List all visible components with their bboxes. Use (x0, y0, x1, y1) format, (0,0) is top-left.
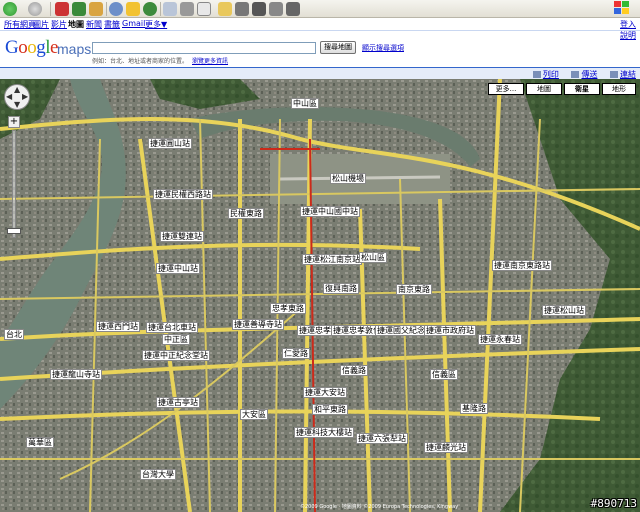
history-icon[interactable] (143, 2, 157, 16)
map-label[interactable]: 松山區 (359, 252, 387, 263)
show-search-options-link[interactable]: 顯示搜尋選項 (362, 43, 404, 53)
windows-logo-icon (614, 1, 632, 17)
map-label[interactable]: 捷運六張犁站 (356, 433, 408, 444)
map-label[interactable]: 基隆路 (460, 403, 488, 414)
hint-link[interactable]: 瀏覽更多資訊 (192, 58, 228, 65)
map-type-more[interactable]: 更多... (488, 83, 524, 95)
map-label[interactable]: 萬華區 (26, 437, 54, 448)
map-label[interactable]: 中山區 (291, 98, 319, 109)
edit-icon[interactable] (197, 2, 211, 16)
link-link[interactable]: 連結 (610, 70, 636, 79)
map-header-bar: 列印 傳送 連結 (0, 67, 640, 79)
search-hint-text: 例如：台北、地址或者商家的位置。 (92, 58, 189, 65)
pan-up-icon[interactable]: ▲ (14, 86, 20, 94)
pan-right-icon[interactable]: ▶ (22, 93, 28, 101)
satellite-map[interactable]: 中山區 捷運圓山站 捷運民權西路站 捷運中山國中站 捷運雙連站 捷運中山站 捷運… (0, 79, 640, 512)
gbar-link-books[interactable]: 書籤 (104, 19, 120, 30)
map-label[interactable]: 民權東路 (228, 208, 264, 219)
map-imagery (0, 79, 640, 512)
map-label[interactable]: 捷運中山站 (156, 263, 200, 274)
map-label[interactable]: 捷運市政府站 (424, 325, 476, 336)
map-label[interactable]: 捷運中正紀念堂站 (142, 350, 210, 361)
zoom-in-button[interactable]: + (8, 116, 20, 128)
map-label[interactable]: 捷運南京東路站 (492, 260, 552, 271)
map-label[interactable]: 信義路 (340, 365, 368, 376)
maps-logo-text: maps (57, 41, 92, 57)
tool-icon[interactable] (235, 2, 249, 16)
browser-toolbar (0, 0, 640, 18)
map-label[interactable]: 捷運西門站 (96, 321, 140, 332)
tool-icon-2[interactable] (252, 2, 266, 16)
map-label[interactable]: 忠孝東路 (270, 303, 306, 314)
map-label[interactable]: 台灣大學 (140, 469, 176, 480)
google-logo[interactable]: Google (5, 37, 58, 59)
link-icon (610, 71, 618, 78)
map-label[interactable]: 捷運松山站 (542, 305, 586, 316)
map-label[interactable]: 信義區 (430, 369, 458, 380)
print-icon[interactable] (180, 2, 194, 16)
map-type-map[interactable]: 地圖 (526, 83, 562, 95)
tool-icon-4[interactable] (286, 2, 300, 16)
map-label[interactable]: 松山機場 (330, 173, 366, 184)
map-label[interactable]: 捷運雙連站 (160, 231, 204, 242)
map-label[interactable]: 捷運善導寺站 (232, 319, 284, 330)
map-label[interactable]: 捷運科技大樓站 (294, 427, 354, 438)
mail-icon (571, 71, 580, 78)
pan-control[interactable]: ▲ ◀ ▶ ▼ (4, 84, 30, 110)
forward-icon[interactable] (28, 2, 42, 16)
print-icon (532, 71, 541, 78)
zoom-slider[interactable] (12, 130, 16, 238)
map-type-terrain[interactable]: 地形 (602, 83, 636, 95)
sign-in-link[interactable]: 登入 (620, 20, 636, 29)
map-label[interactable]: 捷運麟光站 (424, 442, 468, 453)
map-label[interactable]: 捷運龍山寺站 (50, 369, 102, 380)
gbar-divider (0, 30, 640, 31)
search-icon[interactable] (109, 2, 123, 16)
gbar-link-gmail[interactable]: Gmail (122, 19, 145, 28)
map-label[interactable]: 捷運古亭站 (156, 397, 200, 408)
map-copyright: ©2009 Google · 地圖資料 ©2009 Europa Technol… (300, 504, 459, 510)
map-label[interactable]: 捷運台北車站 (146, 322, 198, 333)
map-label[interactable]: 捷運大安站 (303, 387, 347, 398)
map-label[interactable]: 復興南路 (323, 283, 359, 294)
map-label[interactable]: 捷運圓山站 (148, 138, 192, 149)
gbar-link-more[interactable]: 更多▼ (145, 19, 167, 30)
pan-down-icon[interactable]: ▼ (14, 101, 20, 109)
search-hint: 例如：台北、地址或者商家的位置。 瀏覽更多資訊 (92, 56, 228, 65)
map-label[interactable]: 中正區 (162, 334, 190, 345)
mail-icon[interactable] (163, 2, 177, 16)
watermark: #890713 (590, 497, 637, 510)
map-label[interactable]: 台北 (4, 329, 24, 340)
map-label[interactable]: 捷運民權西路站 (153, 189, 213, 200)
gbar-link-images[interactable]: 圖片 (33, 19, 49, 30)
back-icon[interactable] (3, 2, 17, 16)
pan-left-icon[interactable]: ◀ (6, 93, 12, 101)
favorites-icon[interactable] (126, 2, 140, 16)
gbar-link-news[interactable]: 新聞 (86, 19, 102, 30)
map-label[interactable]: 和平東路 (312, 404, 348, 415)
gbar-link-maps: 地圖 (68, 20, 84, 29)
map-label[interactable]: 捷運永春站 (478, 334, 522, 345)
tool-icon-3[interactable] (269, 2, 283, 16)
gbar-link-web[interactable]: 所有網頁 (4, 19, 36, 30)
zoom-slider-thumb[interactable] (7, 228, 21, 234)
map-label[interactable]: 大安區 (240, 409, 268, 420)
map-label[interactable]: 仁愛路 (282, 348, 310, 359)
search-input[interactable] (92, 42, 316, 54)
map-label[interactable]: 捷運松江南京站 (302, 254, 362, 265)
send-link[interactable]: 傳送 (571, 70, 597, 79)
refresh-icon[interactable] (72, 2, 86, 16)
map-label[interactable]: 南京東路 (396, 284, 432, 295)
google-bar: 所有網頁 圖片 影片 地圖 新聞 書籤 Gmail 更多▼ (0, 18, 640, 30)
folder-icon[interactable] (218, 2, 232, 16)
print-link[interactable]: 列印 (532, 70, 559, 79)
gbar-link-video[interactable]: 影片 (51, 19, 67, 30)
stop-icon[interactable] (55, 2, 69, 16)
map-label[interactable]: 捷運中山國中站 (300, 206, 360, 217)
home-icon[interactable] (89, 2, 103, 16)
search-maps-button[interactable]: 搜尋地圖 (320, 41, 356, 54)
map-type-satellite[interactable]: 衛星 (564, 83, 600, 95)
help-link[interactable]: 說明 (620, 31, 636, 40)
